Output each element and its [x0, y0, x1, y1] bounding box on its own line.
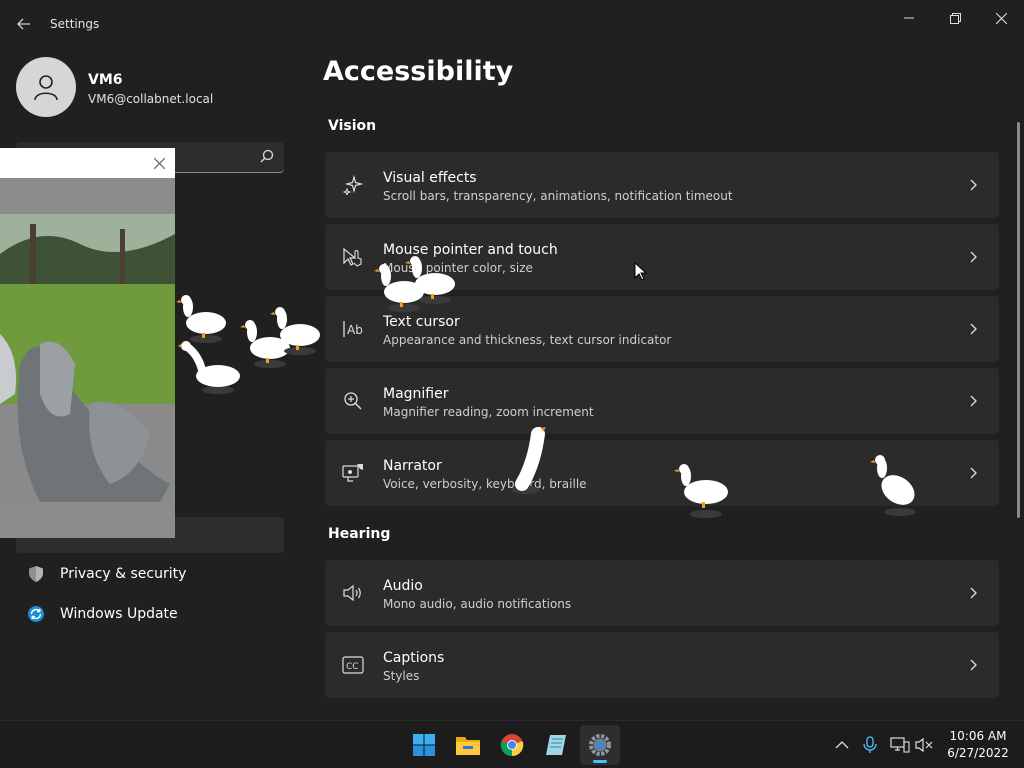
tray-microphone[interactable] — [860, 735, 880, 755]
start-icon — [413, 734, 435, 756]
goose-icon — [176, 295, 226, 343]
notepad-icon — [546, 735, 566, 755]
tray-volume[interactable] — [915, 735, 935, 755]
captions-icon: CC — [342, 654, 364, 676]
title-bar: Settings — [0, 0, 1024, 48]
goose-icon — [870, 455, 916, 516]
sidebar-item-label: Privacy & security — [60, 566, 187, 582]
chevron-right-icon — [967, 393, 981, 409]
active-indicator — [593, 760, 607, 763]
network-icon — [890, 737, 910, 753]
volume-muted-icon — [915, 737, 933, 753]
taskbar-chrome[interactable] — [492, 725, 532, 765]
goose-icon — [512, 427, 546, 494]
scrollbar[interactable] — [1017, 122, 1020, 518]
card-visual-effects[interactable]: Visual effects Scroll bars, transparency… — [325, 152, 999, 218]
mouse-cursor-icon — [634, 262, 648, 281]
microphone-icon — [863, 736, 877, 753]
card-captions[interactable]: CC Captions Styles — [325, 632, 999, 698]
goose-icon — [270, 307, 320, 355]
chevron-right-icon — [967, 657, 981, 673]
file-explorer-icon — [456, 737, 480, 755]
speaker-icon — [342, 582, 364, 604]
avatar[interactable] — [16, 57, 76, 117]
section-title-vision: Vision — [328, 118, 377, 134]
svg-text:CC: CC — [346, 662, 359, 672]
goose-icon — [674, 464, 728, 518]
restore-icon — [949, 12, 961, 24]
window-title: Settings — [50, 17, 100, 31]
user-name: VM6 — [88, 72, 123, 88]
card-description: Styles — [383, 669, 420, 683]
taskbar-notepad[interactable] — [536, 725, 576, 765]
clock-time: 10:06 AM — [949, 729, 1007, 743]
card-title: Magnifier — [383, 386, 449, 402]
sparkle-icon — [342, 174, 364, 196]
taskbar: 10:06 AM 6/27/2022 — [0, 720, 1024, 768]
back-button[interactable] — [12, 12, 36, 36]
chevron-up-icon — [835, 741, 849, 749]
shield-icon — [26, 564, 46, 584]
close-icon — [995, 12, 1007, 24]
chevron-right-icon — [967, 585, 981, 601]
chrome-icon — [500, 734, 524, 757]
windows-update-icon — [26, 604, 46, 624]
section-title-hearing: Hearing — [328, 526, 391, 542]
tray-overflow-button[interactable] — [832, 735, 852, 755]
card-description: Mono audio, audio notifications — [383, 597, 572, 611]
taskbar-settings[interactable] — [580, 725, 620, 765]
video-image — [0, 214, 175, 502]
restore-button[interactable] — [932, 4, 978, 32]
taskbar-start-button[interactable] — [404, 725, 444, 765]
narrator-icon — [342, 462, 364, 484]
chevron-right-icon — [967, 465, 981, 481]
card-description: Scroll bars, transparency, animations, n… — [383, 189, 733, 203]
sidebar-item-label: Windows Update — [60, 606, 178, 622]
card-magnifier[interactable]: Magnifier Magnifier reading, zoom increm… — [325, 368, 999, 434]
minimize-button[interactable] — [886, 4, 932, 32]
goose-icon — [178, 341, 240, 394]
card-audio[interactable]: Audio Mono audio, audio notifications — [325, 560, 999, 626]
chevron-right-icon — [967, 321, 981, 337]
close-button[interactable] — [978, 4, 1024, 32]
settings-icon — [589, 734, 611, 756]
mouse-pointer-icon — [342, 246, 364, 268]
page-title: Accessibility — [323, 56, 514, 87]
sidebar-item-privacy[interactable]: Privacy & security — [16, 556, 284, 592]
card-description: Appearance and thickness, text cursor in… — [383, 333, 672, 347]
card-title: Visual effects — [383, 170, 477, 186]
svg-text:Ab: Ab — [347, 323, 363, 337]
back-arrow-icon — [17, 18, 30, 30]
search-icon — [260, 149, 274, 163]
goose-icon — [405, 256, 455, 304]
card-title: Audio — [383, 578, 423, 594]
card-description: Magnifier reading, zoom increment — [383, 405, 594, 419]
chevron-right-icon — [967, 249, 981, 265]
card-title: Captions — [383, 650, 445, 666]
sidebar-item-windows-update[interactable]: Windows Update — [16, 596, 284, 632]
card-title: Text cursor — [383, 314, 460, 330]
minimize-icon — [904, 17, 914, 19]
magnifier-icon — [342, 390, 364, 412]
user-email: VM6@collabnet.local — [88, 92, 214, 106]
clock-date: 6/27/2022 — [947, 746, 1009, 760]
card-title: Narrator — [383, 458, 442, 474]
card-description: Voice, verbosity, keyboard, braille — [383, 477, 587, 491]
popup-close-button[interactable] — [151, 155, 167, 171]
video-popup[interactable] — [0, 148, 175, 538]
tray-network[interactable] — [890, 735, 910, 755]
chevron-right-icon — [967, 177, 981, 193]
user-icon — [34, 75, 58, 101]
taskbar-file-explorer[interactable] — [448, 725, 488, 765]
close-icon — [153, 157, 165, 169]
popup-header — [0, 148, 175, 178]
text-cursor-icon: Ab — [342, 318, 364, 340]
